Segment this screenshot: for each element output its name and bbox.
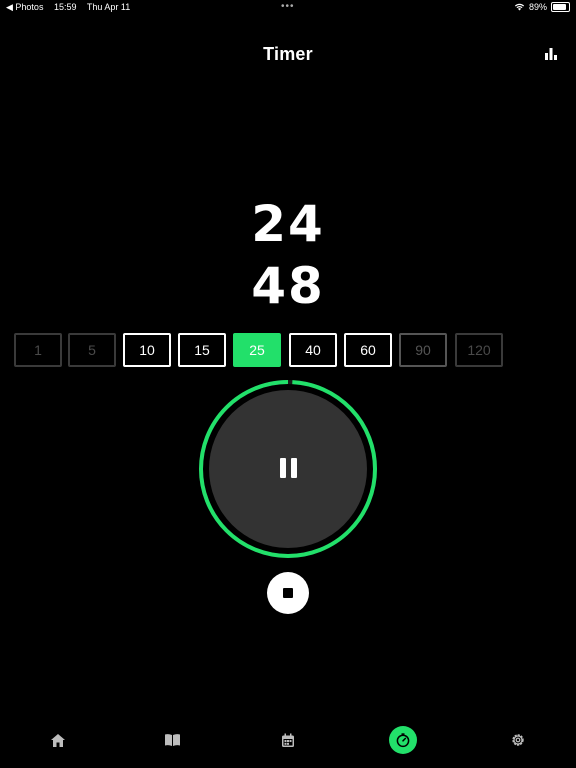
wifi-icon — [514, 3, 525, 11]
timer-seconds: 48 — [251, 257, 325, 315]
book-icon — [164, 734, 180, 746]
tab-library[interactable] — [160, 728, 184, 752]
preset-25[interactable]: 25 — [233, 333, 281, 367]
tab-timer[interactable] — [389, 726, 417, 754]
bar-chart-icon — [545, 48, 557, 60]
preset-40[interactable]: 40 — [289, 333, 337, 367]
pause-icon-bar-right — [290, 458, 297, 478]
calendar-icon — [282, 733, 294, 747]
timer-icon — [396, 733, 410, 748]
tab-bar — [0, 720, 576, 760]
preset-120[interactable]: 120 — [455, 333, 503, 367]
preset-15[interactable]: 15 — [178, 333, 226, 367]
battery-percent: 89% — [528, 2, 547, 12]
back-to-app-link[interactable]: ◀ Photos — [6, 2, 43, 12]
tab-settings[interactable] — [506, 728, 530, 752]
timer-minutes: 24 — [251, 195, 325, 253]
multitasking-dots[interactable]: ••• — [281, 2, 295, 12]
status-date: Thu Apr 11 — [86, 2, 131, 12]
preset-10[interactable]: 10 — [123, 333, 171, 367]
stop-icon — [283, 588, 293, 598]
status-bar: ◀ Photos 15:59 Thu Apr 11 ••• 89% — [0, 0, 576, 16]
status-right: 89% — [514, 2, 570, 12]
preset-90[interactable]: 90 — [399, 333, 447, 367]
home-icon — [51, 733, 65, 747]
pause-icon-bar-left — [279, 458, 286, 478]
status-left: ◀ Photos 15:59 Thu Apr 11 — [6, 2, 138, 13]
preset-60[interactable]: 60 — [344, 333, 392, 367]
battery-icon — [551, 2, 570, 12]
stop-button[interactable] — [267, 572, 309, 614]
stats-button[interactable] — [544, 47, 558, 61]
gear-icon — [512, 734, 524, 746]
page-title: Timer — [263, 44, 313, 64]
tab-home[interactable] — [46, 728, 70, 752]
preset-selector[interactable]: 1 5 10 15 25 40 60 90 120 — [0, 333, 576, 369]
preset-1[interactable]: 1 — [14, 333, 62, 367]
status-time: 15:59 — [53, 2, 77, 12]
tab-calendar[interactable] — [276, 728, 300, 752]
pause-button[interactable] — [278, 458, 298, 480]
preset-5[interactable]: 5 — [68, 333, 116, 367]
